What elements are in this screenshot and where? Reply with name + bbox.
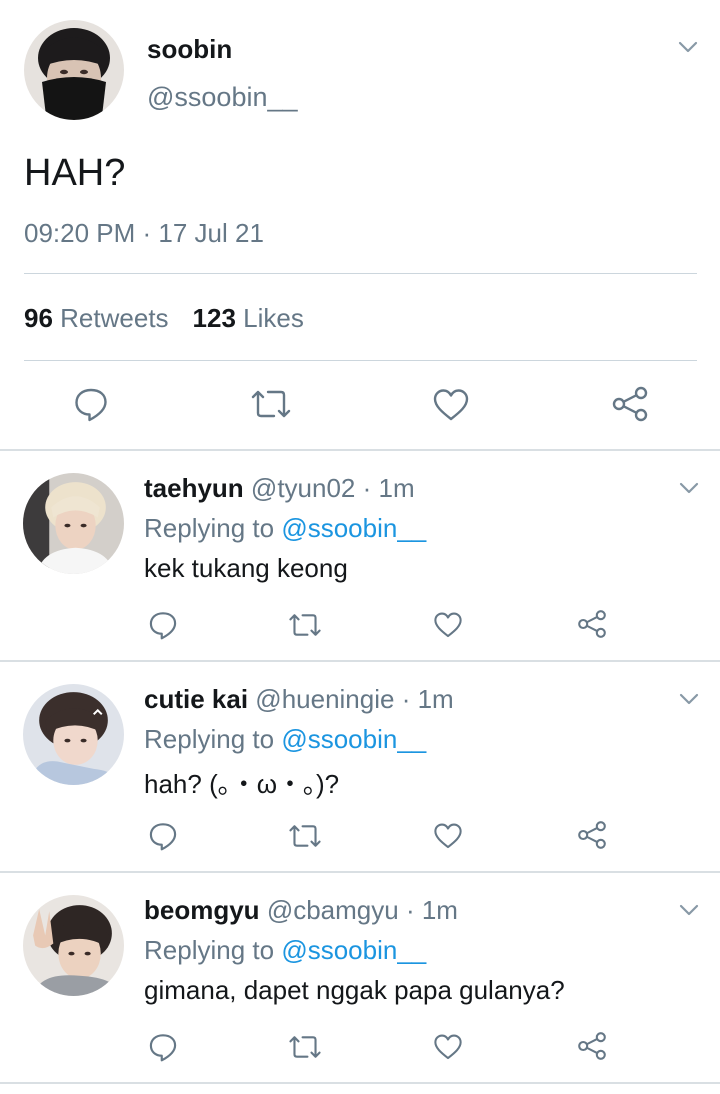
reply-text: kek tukang keong — [144, 553, 348, 583]
share-icon — [612, 386, 648, 422]
avatar[interactable] — [23, 684, 124, 785]
tweet-timestamp: 09:20 PM · 17 Jul 21 — [24, 218, 264, 248]
share-button[interactable] — [576, 1031, 608, 1061]
replying-to: Replying to @ssoobin__ — [144, 724, 426, 755]
reply-header: taehyun @tyun02 · 1m — [144, 473, 415, 503]
share-button[interactable] — [610, 386, 650, 422]
retweet-button[interactable] — [288, 823, 322, 849]
share-button[interactable] — [576, 820, 608, 850]
reply-author-name[interactable]: beomgyu — [144, 895, 260, 925]
reply-tweet[interactable]: beomgyu @cbamgyu · 1m Replying to @ssoob… — [0, 873, 720, 1083]
replying-to-label: Replying to — [144, 513, 275, 543]
reply-icon — [149, 823, 177, 851]
retweets-count: 96 — [24, 303, 53, 333]
reply-tweet[interactable]: taehyun @tyun02 · 1m Replying to @ssoobi… — [0, 451, 720, 661]
divider — [24, 360, 697, 361]
engagement-stats: 96 Retweets 123 Likes — [24, 303, 304, 334]
reply-author-handle[interactable]: @tyun02 — [251, 473, 355, 503]
replying-to-link[interactable]: @ssoobin__ — [281, 724, 426, 754]
reply-text: hah? (｡・ω・｡)? — [144, 769, 340, 799]
like-button[interactable] — [433, 611, 463, 639]
replying-to-link[interactable]: @ssoobin__ — [281, 513, 426, 543]
likes-label: Likes — [243, 303, 304, 333]
author-name[interactable]: soobin — [147, 34, 232, 65]
replying-to-label: Replying to — [144, 724, 275, 754]
divider — [24, 273, 697, 274]
reply-author-name[interactable]: cutie kai — [144, 684, 248, 714]
like-icon — [433, 389, 469, 421]
tweet-text: HAH? — [24, 152, 126, 194]
reply-button[interactable] — [148, 610, 178, 640]
author-handle[interactable]: @ssoobin__ — [147, 82, 298, 113]
chevron-down-icon[interactable] — [679, 481, 699, 495]
chevron-down-icon[interactable] — [678, 40, 698, 54]
share-button[interactable] — [576, 609, 608, 639]
reply-time: 1m — [421, 895, 458, 925]
likes-stat[interactable]: 123 Likes — [193, 303, 304, 333]
like-button[interactable] — [433, 822, 463, 850]
replying-to-link[interactable]: @ssoobin__ — [281, 935, 426, 965]
reply-time: 1m — [417, 684, 454, 714]
share-icon — [578, 1032, 606, 1060]
avatar[interactable] — [23, 895, 124, 996]
chevron-down-icon[interactable] — [679, 692, 699, 706]
main-tweet: soobin @ssoobin__ HAH? 09:20 PM · 17 Jul… — [0, 0, 720, 450]
reply-author-handle[interactable]: @cbamgyu — [267, 895, 399, 925]
like-icon — [434, 612, 462, 638]
like-button[interactable] — [433, 1033, 463, 1061]
retweet-icon — [289, 1036, 321, 1058]
retweet-icon — [251, 390, 291, 418]
reply-icon — [75, 388, 107, 422]
chevron-down-icon[interactable] — [679, 903, 699, 917]
reply-icon — [149, 612, 177, 640]
retweet-icon — [289, 614, 321, 636]
reply-text: gimana, dapet nggak papa gulanya? — [144, 975, 565, 1005]
replying-to: Replying to @ssoobin__ — [144, 513, 426, 544]
like-button[interactable] — [432, 388, 470, 422]
share-icon — [578, 610, 606, 638]
replying-to-label: Replying to — [144, 935, 275, 965]
retweet-button[interactable] — [288, 612, 322, 638]
replying-to: Replying to @ssoobin__ — [144, 935, 426, 966]
reply-author-name[interactable]: taehyun — [144, 473, 244, 503]
retweet-button[interactable] — [288, 1034, 322, 1060]
avatar[interactable] — [24, 20, 124, 120]
likes-count: 123 — [192, 303, 236, 333]
like-icon — [434, 1034, 462, 1060]
divider — [0, 1082, 720, 1084]
reply-icon — [149, 1034, 177, 1062]
reply-tweet[interactable]: cutie kai @hueningie · 1m Replying to @s… — [0, 662, 720, 872]
reply-button[interactable] — [148, 1032, 178, 1062]
like-icon — [434, 823, 462, 849]
reply-header: cutie kai @hueningie · 1m — [144, 684, 454, 714]
reply-header: beomgyu @cbamgyu · 1m — [144, 895, 458, 925]
reply-button[interactable] — [148, 821, 178, 851]
retweets-stat[interactable]: 96 Retweets — [24, 303, 169, 333]
reply-author-handle[interactable]: @hueningie — [255, 684, 394, 714]
reply-time: 1m — [378, 473, 415, 503]
retweet-button[interactable] — [250, 388, 292, 420]
retweet-icon — [289, 825, 321, 847]
tweet-time: 09:20 PM — [24, 218, 136, 248]
reply-button[interactable] — [73, 386, 109, 422]
share-icon — [578, 821, 606, 849]
retweets-label: Retweets — [60, 303, 169, 333]
avatar[interactable] — [23, 473, 124, 574]
tweet-date: 17 Jul 21 — [158, 218, 264, 248]
